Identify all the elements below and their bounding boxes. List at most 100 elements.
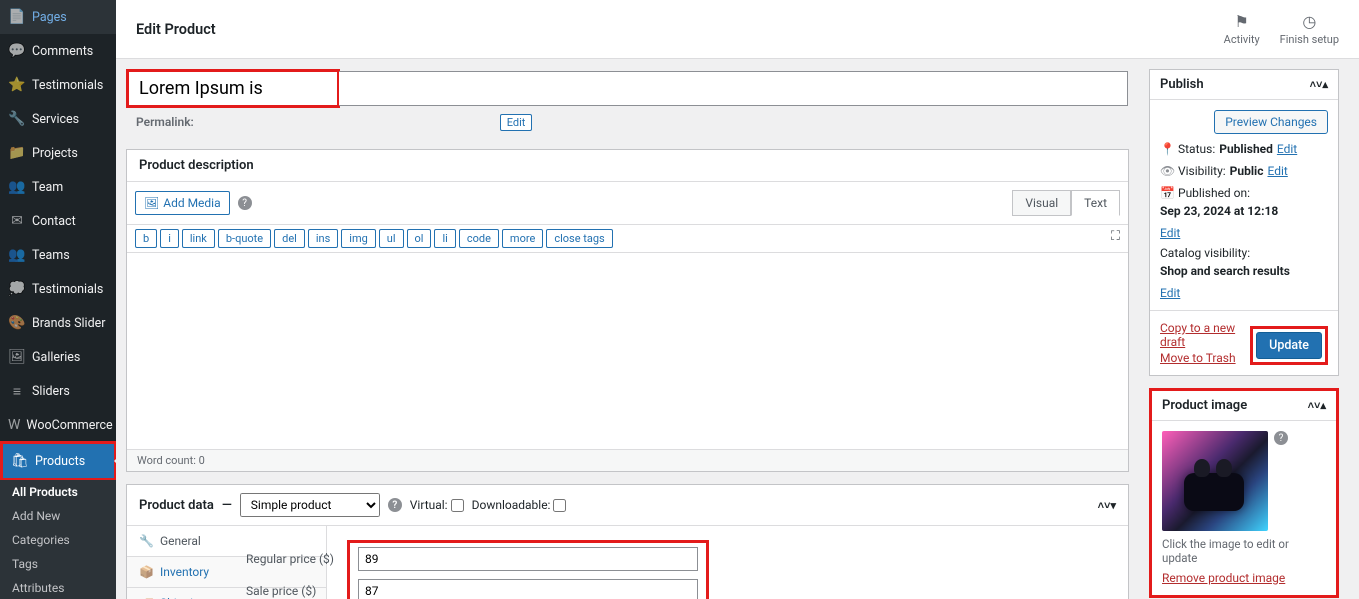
edit-date-link[interactable]: Edit (1160, 226, 1180, 240)
product-image-heading: Product image (1162, 398, 1247, 413)
team-icon: 👥 (8, 178, 26, 196)
qt-li[interactable]: li (434, 229, 455, 248)
sub-tags[interactable]: Tags (0, 552, 116, 576)
wrench-icon: 🔧 (8, 110, 26, 128)
caret-icon[interactable]: ▾ (1110, 499, 1116, 512)
sub-add-new[interactable]: Add New (0, 504, 116, 528)
editor-tab-visual[interactable]: Visual (1012, 190, 1071, 216)
menu-products[interactable]: 🛍Products (3, 444, 114, 478)
menu-testimonials2[interactable]: 💭Testimonials (0, 272, 116, 306)
qt-ul[interactable]: ul (379, 229, 404, 248)
menu-label: Teams (32, 248, 70, 263)
sub-attributes[interactable]: Attributes (0, 576, 116, 599)
menu-pages[interactable]: 📄Pages (0, 0, 116, 34)
regular-price-input[interactable] (358, 547, 698, 571)
menu-services[interactable]: 🔧 Services (0, 102, 116, 136)
edit-visibility-link[interactable]: Edit (1267, 164, 1287, 178)
product-image[interactable] (1162, 431, 1268, 531)
media-icon: 🖼 (144, 196, 159, 210)
admin-sidebar: 📄Pages 💬Comments ⭐Testimonials 🔧 Services… (0, 0, 116, 599)
help-icon[interactable]: ? (238, 196, 252, 210)
main-area: Edit Product ⚑Activity ◷Finish setup Per… (116, 0, 1359, 599)
menu-label: Contact (32, 214, 76, 229)
sub-categories[interactable]: Categories (0, 528, 116, 552)
publish-panel: Publish˄˅▴ Preview Changes 📍Status: Publ… (1149, 69, 1339, 376)
qt-bquote[interactable]: b-quote (218, 229, 271, 248)
qt-italic[interactable]: i (160, 229, 179, 248)
qt-ol[interactable]: ol (407, 229, 432, 248)
menu-label: Services (32, 112, 79, 127)
page-title: Edit Product (136, 21, 216, 38)
qt-img[interactable]: img (341, 229, 376, 248)
menu-contact[interactable]: ✉Contact (0, 204, 116, 238)
finish-setup-button[interactable]: ◷Finish setup (1280, 12, 1339, 46)
products-icon: 🛍 (11, 452, 29, 470)
virtual-checkbox-label[interactable]: Virtual: (410, 498, 464, 512)
update-button[interactable]: Update (1256, 332, 1322, 359)
menu-label: Sliders (32, 384, 70, 399)
gallery-icon: 🖼 (8, 348, 26, 366)
remove-image-link[interactable]: Remove product image (1162, 571, 1285, 585)
menu-label: Team (32, 180, 63, 195)
editor-tab-text[interactable]: Text (1071, 190, 1120, 216)
comments-icon: 💬 (8, 42, 26, 60)
menu-sliders[interactable]: ≡ Sliders (0, 374, 116, 408)
qt-close[interactable]: close tags (546, 229, 612, 248)
preview-changes-button[interactable]: Preview Changes (1214, 110, 1328, 134)
editor-textarea[interactable] (127, 253, 1128, 449)
edit-status-link[interactable]: Edit (1277, 142, 1297, 156)
menu-galleries[interactable]: 🖼Galleries (0, 340, 116, 374)
product-type-select[interactable]: Simple product (240, 493, 380, 517)
sale-price-input[interactable] (358, 579, 698, 599)
image-hint: Click the image to edit or update (1162, 537, 1326, 565)
quicktag-bar: b i link b-quote del ins img ul ol li co… (127, 224, 1128, 253)
edit-catalog-link[interactable]: Edit (1160, 286, 1180, 300)
fullscreen-icon[interactable]: ⛶ (1111, 229, 1120, 244)
downloadable-checkbox[interactable] (553, 499, 566, 512)
menu-woocommerce[interactable]: WWooCommerce (0, 408, 116, 442)
qt-link[interactable]: link (182, 229, 215, 248)
calendar-icon: 📅 (1160, 186, 1174, 200)
publish-heading: Publish (1160, 77, 1204, 92)
product-title-input-ext[interactable] (339, 71, 1128, 106)
activity-button[interactable]: ⚑Activity (1224, 12, 1260, 46)
qt-del[interactable]: del (274, 229, 305, 248)
bubble-icon: 💭 (8, 280, 26, 298)
copy-draft-link[interactable]: Copy to a new draft (1160, 321, 1250, 349)
description-panel: Product description 🖼Add Media ? Visual … (126, 149, 1129, 472)
virtual-checkbox[interactable] (451, 499, 464, 512)
sliders-icon: ≡ (8, 382, 26, 400)
word-count: Word count: 0 (127, 449, 1128, 471)
move-trash-link[interactable]: Move to Trash (1160, 351, 1250, 365)
permalink-edit-button[interactable]: Edit (500, 114, 533, 131)
help-icon[interactable]: ? (388, 498, 402, 512)
add-media-button[interactable]: 🖼Add Media (135, 191, 230, 215)
help-icon[interactable]: ? (1274, 431, 1288, 445)
menu-brands[interactable]: 🎨Brands Slider (0, 306, 116, 340)
sub-all-products[interactable]: All Products (0, 480, 116, 504)
menu-team[interactable]: 👥 Team (0, 170, 116, 204)
woo-icon: W (8, 416, 20, 434)
menu-projects[interactable]: 📁Projects (0, 136, 116, 170)
qt-bold[interactable]: b (135, 229, 157, 248)
qt-more[interactable]: more (502, 229, 543, 248)
qt-code[interactable]: code (459, 229, 499, 248)
eye-icon: 👁 (1160, 164, 1174, 178)
folder-icon: 📁 (8, 144, 26, 162)
flag-icon: ⚑ (1224, 12, 1260, 31)
product-title-input[interactable] (129, 72, 337, 105)
caret-icon[interactable]: ▴ (1320, 399, 1326, 412)
menu-testimonials[interactable]: ⭐Testimonials (0, 68, 116, 102)
menu-teams[interactable]: 👥Teams (0, 238, 116, 272)
qt-ins[interactable]: ins (308, 229, 338, 248)
menu-label: Brands Slider (32, 316, 106, 331)
permalink-row: Permalink: Edit (126, 108, 1129, 137)
downloadable-checkbox-label[interactable]: Downloadable: (472, 498, 567, 512)
caret-icon[interactable]: ▴ (1322, 78, 1328, 91)
clock-icon: ◷ (1280, 12, 1339, 31)
description-heading: Product description (139, 158, 254, 173)
products-submenu: All Products Add New Categories Tags Att… (0, 480, 116, 599)
menu-comments[interactable]: 💬Comments (0, 34, 116, 68)
pages-icon: 📄 (8, 8, 26, 26)
wrench-icon: 🔧 (139, 534, 154, 548)
